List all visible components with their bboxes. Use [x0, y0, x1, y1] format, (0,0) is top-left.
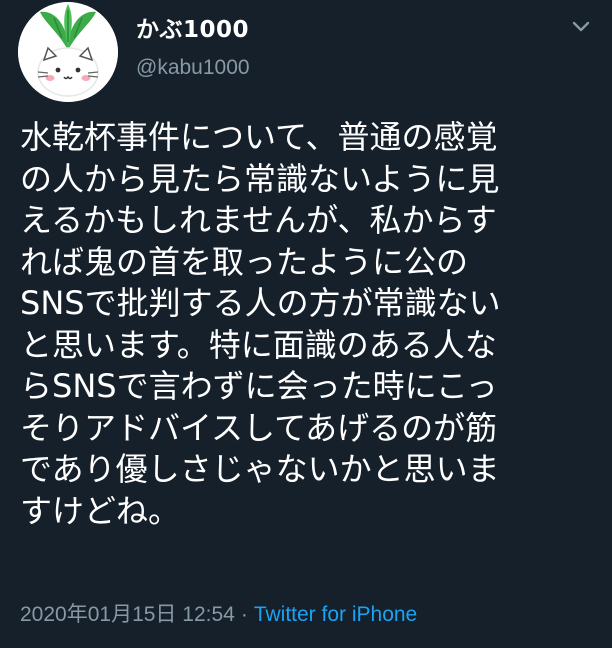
display-name[interactable]: かぶ1000 — [136, 10, 249, 44]
more-options-button[interactable] — [566, 12, 596, 42]
chevron-down-icon — [572, 21, 590, 32]
tweet-meta: 2020年01月15日 12:54 · Twitter for iPhone — [20, 598, 417, 628]
user-handle[interactable]: @kabu1000 — [136, 56, 250, 80]
tweet-timestamp[interactable]: 2020年01月15日 12:54 — [20, 603, 235, 626]
meta-separator: · — [240, 603, 248, 626]
turnip-cat-icon — [18, 2, 118, 102]
avatar[interactable] — [18, 2, 118, 102]
tweet-card: かぶ1000 @kabu1000 水乾杯事件について、普通の感覚 の人から見たら… — [0, 0, 612, 648]
tweet-text: 水乾杯事件について、普通の感覚 の人から見たら常識ないように見 えるかもしれませ… — [20, 118, 501, 530]
tweet-source-link[interactable]: Twitter for iPhone — [254, 603, 417, 626]
